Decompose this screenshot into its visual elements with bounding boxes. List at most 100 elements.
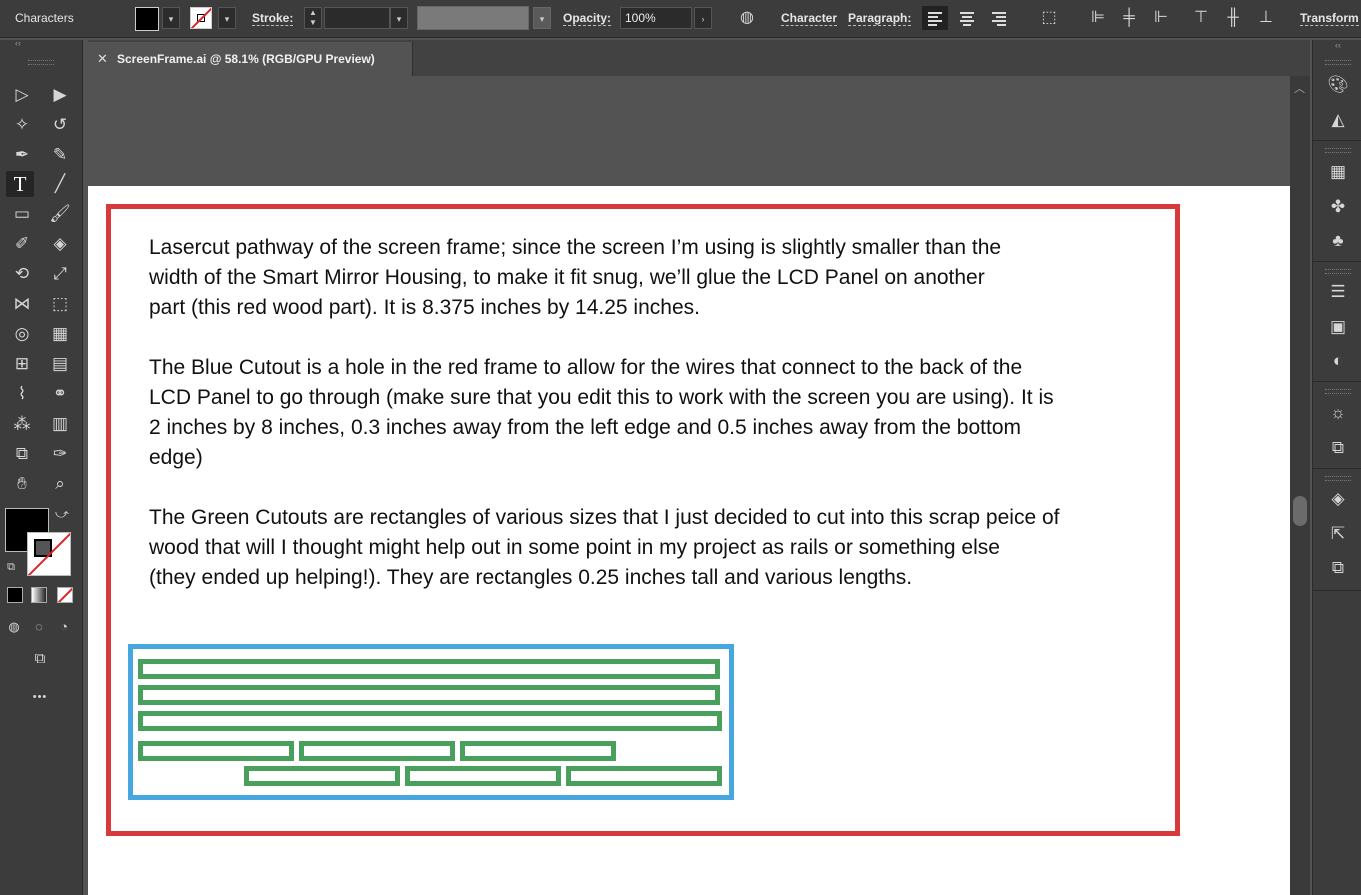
blue-cutout-rectangle <box>128 644 734 800</box>
symbols-panel-icon[interactable]: ♣ <box>1325 229 1351 253</box>
paintbrush-tool-icon[interactable]: 🖌︎ <box>46 201 74 227</box>
mesh-tool-icon[interactable]: ⊞ <box>8 351 36 377</box>
paragraph-green-cutouts[interactable]: The Green Cutouts are rectangles of vari… <box>149 503 1189 593</box>
perspective-grid-tool-icon[interactable]: ▦ <box>46 321 74 347</box>
change-screen-mode-icon[interactable]: ⧉ <box>26 646 54 672</box>
close-tab-icon[interactable]: ✕ <box>97 51 108 67</box>
transparency-panel-icon[interactable]: ◐ <box>1325 349 1351 373</box>
align-right-edges-icon[interactable]: ⊩ <box>1150 8 1172 28</box>
curvature-tool-icon[interactable]: ✎ <box>46 142 74 168</box>
shape-builder-tool-icon[interactable]: ◎ <box>8 321 36 347</box>
lasso-tool-icon[interactable]: ↺ <box>46 112 74 138</box>
green-cutout-rect <box>138 659 720 679</box>
dock-grip[interactable] <box>1325 389 1351 394</box>
swap-fill-stroke-icon[interactable]: ⤻ <box>52 504 72 524</box>
stroke-color-swatch[interactable] <box>27 532 71 576</box>
scroll-up-chevron-icon[interactable]: ︿ <box>1294 80 1305 96</box>
type-tool-icon[interactable]: T <box>6 171 34 197</box>
stroke-weight-chevron-icon[interactable]: ▾ <box>390 7 408 29</box>
selection-tool-icon[interactable]: ▷ <box>8 82 36 108</box>
eyedropper-tool-icon[interactable]: ⌇ <box>8 381 36 407</box>
align-right-icon[interactable] <box>986 6 1012 30</box>
draw-normal-icon[interactable]: ◍ <box>2 614 26 640</box>
stroke-label[interactable]: Stroke: <box>252 11 294 26</box>
draw-inside-icon[interactable]: ◔ <box>52 614 76 640</box>
shaper-tool-icon[interactable]: ✐ <box>8 231 36 257</box>
color-panel-icon[interactable]: 🎨︎ <box>1325 73 1351 97</box>
none-mode-icon[interactable] <box>57 587 73 603</box>
hand-tool-icon[interactable]: ✋︎ <box>8 471 36 497</box>
fill-dropdown-chevron-icon[interactable]: ▾ <box>162 7 180 29</box>
gradient-panel-icon[interactable]: ▣ <box>1325 315 1351 339</box>
gradient-mode-icon[interactable] <box>31 587 47 603</box>
opacity-label[interactable]: Opacity: <box>563 11 612 26</box>
line-segment-tool-icon[interactable]: ╱ <box>46 171 74 197</box>
character-panel-link[interactable]: Character <box>781 11 838 26</box>
align-center-icon[interactable] <box>954 6 980 30</box>
scale-tool-icon[interactable]: ⤢ <box>46 261 74 287</box>
align-left-edges-icon[interactable]: ⊫ <box>1087 8 1109 28</box>
collapse-toolbar-icon[interactable]: ‹‹ <box>4 37 32 49</box>
align-bottom-edges-icon[interactable]: ⊥ <box>1255 8 1277 28</box>
align-horizontal-center-icon[interactable]: ╪ <box>1118 8 1140 28</box>
align-vertical-center-icon[interactable]: ╫ <box>1222 8 1244 28</box>
dock-grip[interactable] <box>1325 269 1351 274</box>
artboard-tool-icon[interactable]: ⧉ <box>8 441 36 467</box>
transform-reference-icon[interactable]: ⬚ <box>1038 8 1060 28</box>
stroke-weight-input[interactable] <box>324 7 390 29</box>
swatches-panel-icon[interactable]: ▦ <box>1325 160 1351 184</box>
dock-grip[interactable] <box>1325 148 1351 153</box>
brushes-panel-icon[interactable]: ✤ <box>1325 195 1351 219</box>
magic-wand-tool-icon[interactable]: ✧ <box>8 112 36 138</box>
rotate-tool-icon[interactable]: ⟲ <box>8 261 36 287</box>
free-transform-tool-icon[interactable]: ⬚ <box>46 291 74 317</box>
artboards-panel-icon[interactable]: ⧉ <box>1325 556 1351 580</box>
profile-chevron-icon[interactable]: ▾ <box>533 7 551 29</box>
opacity-arrow-icon[interactable]: › <box>694 7 712 29</box>
transform-panel-link[interactable]: Transform <box>1300 11 1359 26</box>
layers-panel-icon[interactable]: ◈ <box>1325 487 1351 511</box>
variable-width-profile-select[interactable] <box>417 6 529 30</box>
width-tool-icon[interactable]: ⋈ <box>8 291 36 317</box>
appearance-panel-icon[interactable]: ☼ <box>1325 401 1351 425</box>
expand-panels-icon[interactable]: ‹‹ <box>1325 38 1351 52</box>
recolor-artwork-icon[interactable]: ◍ <box>736 8 758 28</box>
artboard-text-block[interactable]: Lasercut pathway of the screen frame; si… <box>149 233 1189 623</box>
color-mode-icon[interactable] <box>7 587 23 603</box>
align-top-edges-icon[interactable]: ⊤ <box>1190 8 1212 28</box>
graphic-styles-panel-icon[interactable]: ⧉ <box>1325 436 1351 460</box>
document-tab-title[interactable]: ScreenFrame.ai @ 58.1% (RGB/GPU Preview) <box>117 52 375 66</box>
vertical-scrollbar[interactable]: ︿ <box>1290 76 1310 895</box>
paragraph-red-frame[interactable]: Lasercut pathway of the screen frame; si… <box>149 233 1189 323</box>
fill-swatch[interactable] <box>135 7 159 31</box>
pen-tool-icon[interactable]: ✒ <box>8 142 36 168</box>
rectangle-tool-icon[interactable]: ▭ <box>8 201 36 227</box>
column-graph-tool-icon[interactable]: ▥ <box>46 411 74 437</box>
stroke-panel-icon[interactable]: ☰ <box>1325 280 1351 304</box>
dock-grip[interactable] <box>1325 476 1351 481</box>
blend-tool-icon[interactable]: ⚭ <box>46 381 74 407</box>
symbol-sprayer-tool-icon[interactable]: ⁂ <box>8 411 36 437</box>
toolbar-grip[interactable] <box>28 60 54 65</box>
slice-tool-icon[interactable]: ✑ <box>46 441 74 467</box>
green-cutout-rect <box>299 741 455 761</box>
edit-toolbar-icon[interactable]: ••• <box>26 684 54 710</box>
gradient-tool-icon[interactable]: ▤ <box>46 351 74 377</box>
eraser-tool-icon[interactable]: ◈ <box>46 231 74 257</box>
opacity-input[interactable]: 100% <box>620 7 692 29</box>
paragraph-panel-link[interactable]: Paragraph: <box>848 11 912 26</box>
zoom-tool-icon[interactable]: ⌕ <box>46 471 74 497</box>
export-panel-icon[interactable]: ⇱ <box>1325 522 1351 546</box>
stroke-weight-stepper[interactable]: ▲ ▼ <box>304 7 322 29</box>
scrollbar-thumb[interactable] <box>1293 496 1307 526</box>
document-tab[interactable]: ✕ ScreenFrame.ai @ 58.1% (RGB/GPU Previe… <box>88 42 413 76</box>
default-fill-stroke-icon[interactable]: ⧉ <box>2 558 20 576</box>
dock-grip[interactable] <box>1325 60 1351 65</box>
draw-behind-icon[interactable]: ◌ <box>27 614 51 640</box>
stroke-swatch[interactable] <box>190 7 212 29</box>
align-left-icon[interactable] <box>922 6 948 30</box>
direct-selection-tool-icon[interactable]: ▶ <box>46 82 74 108</box>
paragraph-blue-cutout[interactable]: The Blue Cutout is a hole in the red fra… <box>149 353 1189 473</box>
stroke-dropdown-chevron-icon[interactable]: ▾ <box>218 7 236 29</box>
color-guide-panel-icon[interactable]: ◭ <box>1325 108 1351 132</box>
